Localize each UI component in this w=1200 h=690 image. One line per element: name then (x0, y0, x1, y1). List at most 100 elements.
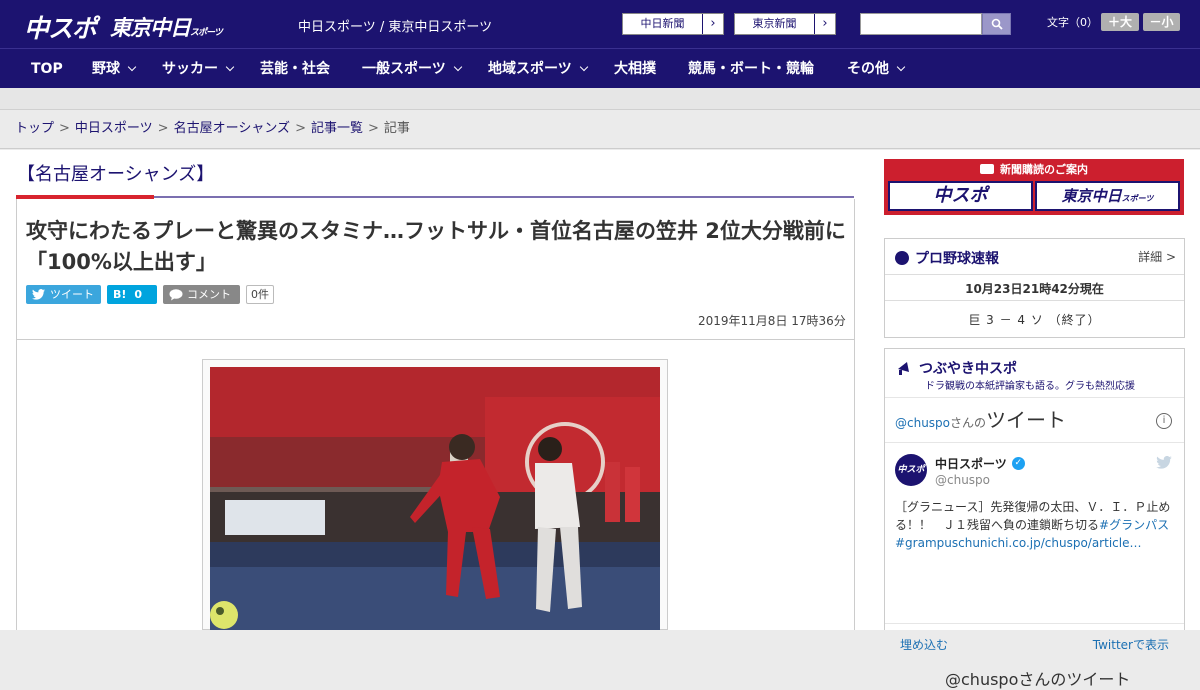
baseball-detail-link[interactable]: 詳細 > (1138, 248, 1176, 265)
tokyo-logo-text: 東京中日 (110, 16, 191, 40)
chevron-right-icon: › (710, 16, 716, 31)
article-photo[interactable] (210, 367, 660, 630)
font-size-label: 文字（0） (1047, 16, 1098, 29)
tweet-hashtag[interactable]: #グランパス (1099, 518, 1169, 532)
breadcrumb-nagoya-oceans[interactable]: 名古屋オーシャンズ (174, 121, 290, 136)
avatar[interactable]: 中スポ (895, 454, 927, 486)
search-icon (991, 18, 1003, 30)
tokyo-chunichi-subscribe-button[interactable]: 東京中日スポーツ (1035, 181, 1180, 211)
search-button[interactable] (982, 13, 1011, 35)
tsubuyaki-subtitle: ドラ観戦の本紙評論家も語る。グラも熱烈応援 (925, 381, 1135, 392)
nav-label: 一般スポーツ (362, 61, 446, 77)
futsal-photo-image (210, 367, 660, 630)
nav-label: 競馬・ボート・競輪 (688, 61, 814, 77)
view-on-twitter-link[interactable]: Twitterで表示 (1093, 636, 1169, 653)
comment-count[interactable]: 0件 (246, 285, 274, 304)
megaphone-icon (898, 362, 909, 375)
breadcrumb-article-list[interactable]: 記事一覧 (311, 121, 363, 136)
baseball-score-box: プロ野球速報 詳細 > 10月23日21時42分現在 巨 3 － 4 ソ （終了… (884, 238, 1185, 338)
hatena-count: 0 (134, 288, 143, 301)
chevron-down-icon (127, 62, 137, 72)
twitter-bird-icon[interactable] (1156, 456, 1172, 469)
breadcrumb-separator: > (367, 121, 379, 136)
divider (885, 300, 1184, 301)
nav-item-entertainment[interactable]: 芸能・社会 (260, 49, 330, 89)
chevron-down-icon (453, 62, 462, 72)
nav-label: その他 (847, 61, 889, 77)
nav-item-soccer[interactable]: サッカー (162, 49, 235, 89)
nav-item-racing[interactable]: 競馬・ボート・競輪 (688, 49, 814, 89)
embed-link[interactable]: 埋め込む (900, 636, 948, 653)
embed-user-link[interactable]: @chuspo (895, 416, 950, 430)
tokyo-shimbun-label: 東京新聞 (735, 14, 815, 34)
nav-item-local-sports[interactable]: 地域スポーツ (488, 49, 588, 89)
breadcrumb-separator: > (59, 121, 70, 136)
breadcrumb-separator: > (157, 121, 169, 136)
newspaper-icon (980, 164, 994, 174)
tokyo-shimbun-button[interactable]: 東京新聞 › (734, 13, 836, 35)
baseball-timestamp: 10月23日21時42分現在 (965, 282, 1104, 296)
tweet-link[interactable]: #grampuschunichi.co.jp/chuspo/article… (895, 536, 1141, 550)
nav-label: 大相撲 (614, 61, 656, 77)
baseball-icon (895, 251, 909, 265)
main-nav: TOP 野球 サッカー 芸能・社会 一般スポーツ 地域スポーツ 大相撲 競馬・ボ… (0, 48, 1200, 88)
breadcrumb-current: 記事 (383, 121, 410, 136)
font-smaller-button[interactable]: －小 (1143, 13, 1180, 31)
nav-item-baseball[interactable]: 野球 (92, 49, 137, 89)
baseball-box-title: プロ野球速報 (895, 248, 999, 268)
nav-label: 芸能・社会 (260, 61, 330, 77)
search-input[interactable] (860, 13, 982, 35)
chuspo-logo[interactable]: 中スポ (24, 9, 97, 45)
nav-item-others[interactable]: その他 (847, 49, 906, 89)
site-names: 中日スポーツ / 東京中日スポーツ (298, 20, 493, 35)
hatena-bookmark-button[interactable]: B! 0 (107, 285, 157, 304)
chunichi-shimbun-button[interactable]: 中日新聞 › (622, 13, 724, 35)
baseball-score[interactable]: 巨 3 － 4 ソ （終了） (885, 311, 1184, 328)
account-handle[interactable]: @chuspo (935, 473, 990, 487)
baseball-title-text: プロ野球速報 (915, 251, 999, 267)
chevron-down-icon (579, 62, 588, 72)
chuspo-subscribe-button[interactable]: 中スポ (888, 181, 1033, 211)
comment-label: コメント (187, 288, 231, 301)
embed-heading-text: ツイート (986, 408, 1067, 432)
embed-heading: @chuspoさんのツイート (895, 404, 1066, 433)
breadcrumb-top[interactable]: トップ (15, 121, 54, 136)
twitter-embed: @chuspoさんのツイート i 中スポ 中日スポーツ ✓ @chuspo ［グラ… (885, 397, 1184, 689)
hatena-icon: B! (113, 288, 127, 301)
nav-item-sumo[interactable]: 大相撲 (614, 49, 656, 89)
subscription-banner[interactable]: 新聞購読のご案内 中スポ 東京中日スポーツ (884, 159, 1184, 215)
nav-label: 野球 (92, 61, 120, 77)
tokyo-chunichi-text: 東京中日 (1061, 187, 1122, 205)
breadcrumb: トップ > 中日スポーツ > 名古屋オーシャンズ > 記事一覧 > 記事 (0, 111, 1200, 149)
nav-item-top[interactable]: TOP (31, 49, 63, 89)
divider (885, 623, 1184, 624)
nav-label: 地域スポーツ (488, 61, 572, 77)
subscription-title-text: 新聞購読のご案内 (1000, 163, 1088, 176)
chunichi-shimbun-label: 中日新聞 (623, 14, 703, 34)
category-title: 【名古屋オーシャンズ】 (17, 164, 215, 185)
breadcrumb-chunichi-sports[interactable]: 中日スポーツ (75, 121, 153, 136)
divider (885, 274, 1184, 275)
embed-user-suffix: さんの (950, 416, 987, 430)
top-header: 中スポ 東京中日スポーツ 中日スポーツ / 東京中日スポーツ 中日新聞 › 東京… (0, 0, 1200, 48)
tokyo-chunichi-logo[interactable]: 東京中日スポーツ (110, 12, 223, 42)
tsubuyaki-box: つぶやき中スポ ドラ観戦の本紙評論家も語る。グラも熱烈応援 @chuspoさんの… (884, 348, 1185, 689)
chevron-right-icon: › (822, 16, 828, 31)
breadcrumb-separator: > (295, 121, 306, 136)
nav-item-general-sports[interactable]: 一般スポーツ (362, 49, 462, 89)
comment-button[interactable]: コメント (163, 285, 240, 304)
account-name[interactable]: 中日スポーツ ✓ (935, 455, 1025, 472)
tokyo-logo-sub: スポーツ (190, 28, 223, 38)
info-icon[interactable]: i (1156, 413, 1172, 429)
account-name-text: 中日スポーツ (935, 457, 1007, 471)
tweet-button[interactable]: ツイート (26, 285, 101, 304)
nav-label: TOP (31, 61, 63, 77)
tsubuyaki-title: つぶやき中スポ (895, 358, 1017, 378)
twitter-bird-icon (32, 289, 45, 300)
verified-badge-icon: ✓ (1011, 457, 1025, 470)
category-underline (154, 196, 854, 198)
font-larger-button[interactable]: ＋大 (1101, 13, 1139, 31)
subscription-title: 新聞購読のご案内 (884, 161, 1184, 177)
next-embed-heading: @chuspoさんのツイート (945, 670, 1131, 689)
tsubuyaki-title-text: つぶやき中スポ (919, 361, 1017, 377)
